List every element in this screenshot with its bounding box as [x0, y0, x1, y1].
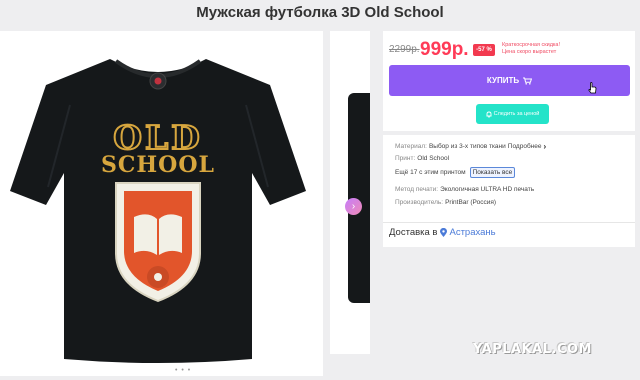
print-row: Принт: Old School	[395, 155, 449, 162]
mouse-cursor-icon	[588, 81, 597, 99]
manufacturer-row: Производитель: PrintBar (Россия)	[395, 199, 496, 206]
print-method-row: Метод печати: Экологичная ULTRA HD печат…	[395, 186, 534, 193]
discount-badge: -57 %	[473, 44, 495, 56]
watch-price-label: Следить за ценой	[493, 111, 540, 117]
old-price: 2299р.	[389, 44, 420, 55]
material-more-link[interactable]: Подробнее	[508, 143, 542, 150]
delivery-row: Доставка в Астрахань	[389, 227, 496, 238]
promo-line-2: Цена скоро вырастет	[502, 49, 557, 55]
watch-price-button[interactable]: Следить за ценой	[476, 104, 549, 124]
delivery-city-link[interactable]: Астрахань	[449, 227, 495, 238]
gallery-next-button[interactable]: ›	[345, 198, 362, 215]
delivery-label: Доставка в	[389, 227, 438, 238]
manufacturer-value: PrintBar (Россия)	[445, 199, 497, 206]
promo-line-1: Краткосрочная скидка!	[502, 42, 561, 48]
watermark: YAPLAKAL.COM	[473, 342, 592, 357]
promo-note: Краткосрочная скидка! Цена скоро вырасте…	[502, 42, 622, 56]
buy-button-label: КУПИТЬ	[486, 76, 520, 85]
new-price: 999р.	[420, 39, 469, 60]
material-value: Выбор из 3-х типов ткани	[428, 143, 506, 150]
print-label: Принт:	[395, 155, 416, 162]
emblem-shield	[115, 182, 201, 303]
gallery-thumbnail[interactable]	[330, 31, 370, 354]
print-method-label: Метод печати:	[395, 186, 439, 193]
more-prints-row: Ещё 17 с этим принтом Показать все	[395, 167, 516, 178]
print-method-value: Экологичная ULTRA HD печать	[440, 186, 535, 193]
print-value: Old School	[417, 155, 450, 162]
page-title: Мужская футболка 3D Old School	[196, 4, 444, 21]
product-gallery[interactable]: OLD SCHOOL • • •	[0, 31, 323, 376]
bell-icon	[486, 111, 492, 118]
print-text-school: SCHOOL	[101, 152, 215, 178]
material-label: Материал:	[395, 143, 427, 150]
product-details-panel: Материал: Выбор из 3-х типов ткани Подро…	[383, 135, 635, 247]
product-image-tshirt: OLD SCHOOL	[10, 59, 306, 363]
buy-panel: 2299р. 999р. -57 % Краткосрочная скидка!…	[383, 31, 635, 131]
map-pin-icon	[440, 228, 448, 237]
more-prints-text: Ещё 17 с этим принтом	[395, 169, 466, 176]
divider	[383, 222, 635, 223]
material-row: Материал: Выбор из 3-х типов ткани Подро…	[395, 142, 547, 150]
show-all-button[interactable]: Показать все	[469, 167, 516, 178]
gallery-dots: • • •	[175, 367, 192, 374]
manufacturer-label: Производитель:	[395, 199, 444, 206]
cart-icon	[523, 77, 533, 85]
chevron-right-icon[interactable]: ›	[544, 142, 547, 150]
